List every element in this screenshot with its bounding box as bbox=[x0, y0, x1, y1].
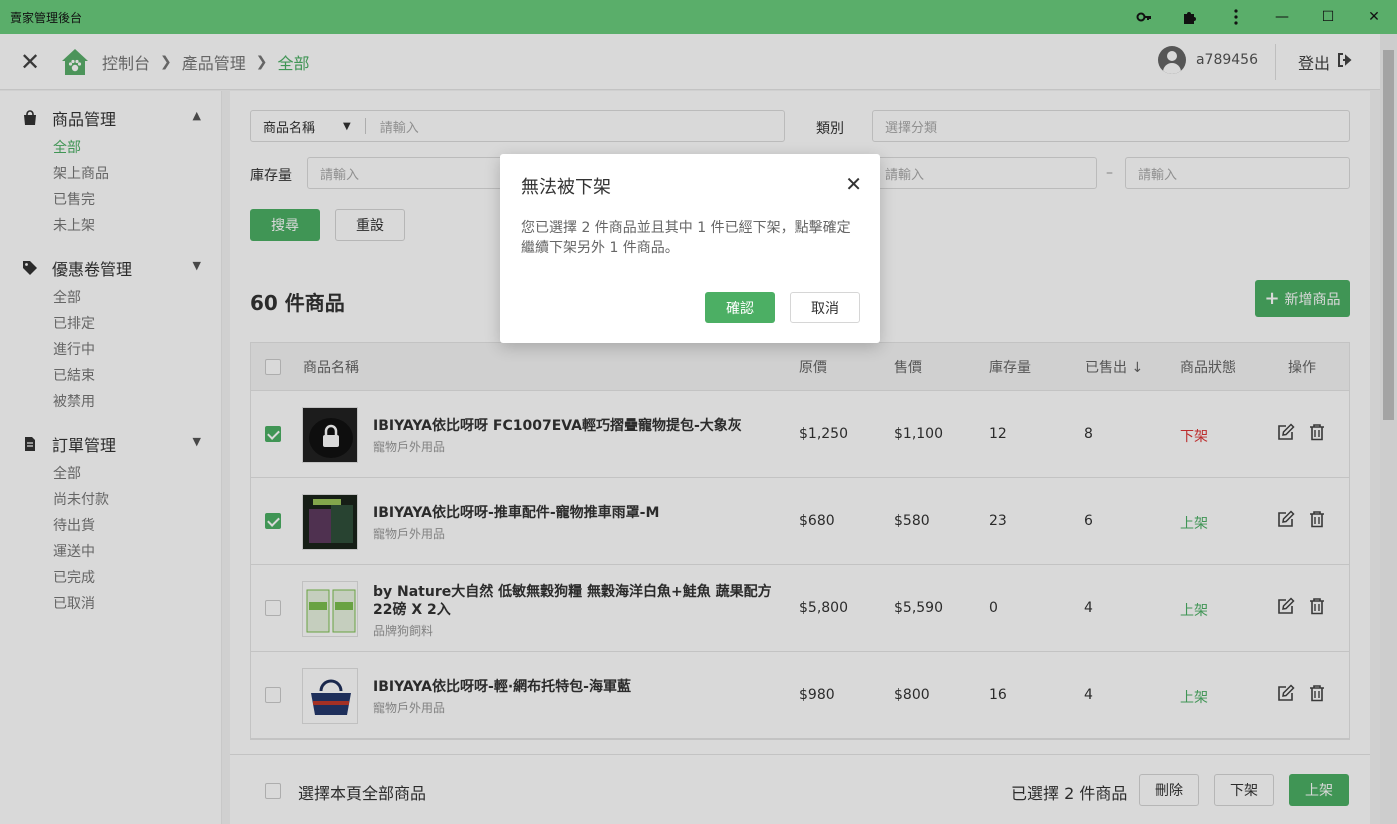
window-close-button[interactable]: ✕ bbox=[1351, 0, 1397, 34]
maximize-button[interactable]: ☐ bbox=[1305, 0, 1351, 34]
close-icon[interactable]: ✕ bbox=[845, 172, 862, 196]
more-vert-icon[interactable] bbox=[1213, 0, 1259, 34]
window-title: 賣家管理後台 bbox=[10, 10, 83, 25]
modal-overlay[interactable] bbox=[0, 34, 1397, 824]
confirm-button[interactable]: 確認 bbox=[705, 292, 775, 323]
cannot-unlist-dialog: 無法被下架 ✕ 您已選擇 2 件商品並且其中 1 件已經下架，點擊確定繼續下架另… bbox=[500, 154, 880, 343]
key-icon[interactable] bbox=[1121, 0, 1167, 34]
dialog-message: 您已選擇 2 件商品並且其中 1 件已經下架，點擊確定繼續下架另外 1 件商品。 bbox=[521, 220, 851, 256]
minimize-button[interactable]: — bbox=[1259, 0, 1305, 34]
window-titlebar: 賣家管理後台 — ☐ ✕ bbox=[0, 0, 1397, 34]
puzzle-icon[interactable] bbox=[1167, 0, 1213, 34]
cancel-button[interactable]: 取消 bbox=[790, 292, 860, 323]
dialog-title: 無法被下架 bbox=[521, 177, 611, 198]
